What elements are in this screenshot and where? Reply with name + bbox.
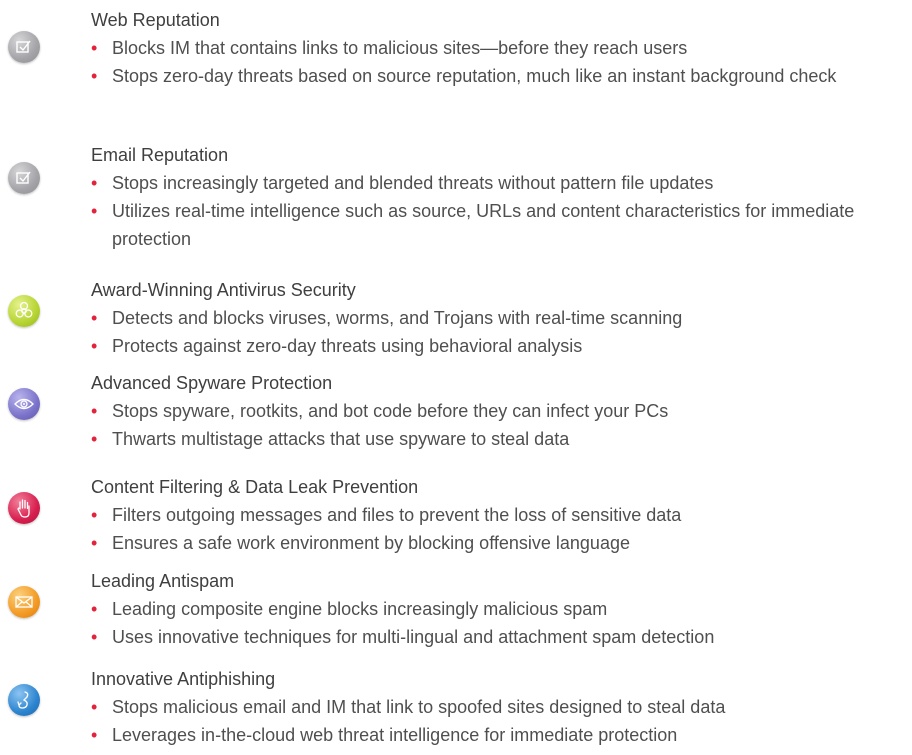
bullet-list: • Stops spyware, rootkits, and bot code b…	[91, 397, 901, 453]
bullet-dot: •	[91, 401, 98, 421]
bullet-dot: •	[91, 697, 98, 717]
bullet-item: • Stops increasingly targeted and blended…	[91, 169, 901, 197]
bullet-dot: •	[91, 599, 98, 619]
envelope-icon	[8, 586, 40, 618]
bullet-item: • Filters outgoing messages and files to …	[91, 501, 901, 529]
feature-title: Advanced Spyware Protection	[91, 373, 333, 393]
bullet-dot: •	[91, 725, 98, 745]
feature-title: Innovative Antiphishing	[91, 669, 276, 689]
bullet-item: • Leverages in-the-cloud web threat intel…	[91, 721, 901, 749]
bullet-list: • Blocks IM that contains links to malici…	[91, 34, 901, 90]
feature-title: Web Reputation	[91, 10, 220, 30]
bullet-item: • Thwarts multistage attacks that use spy…	[91, 425, 901, 453]
bullet-item: • Stops malicious email and IM that link …	[91, 693, 901, 721]
bullet-dot: •	[91, 533, 98, 553]
bullet-list: • Filters outgoing messages and files to …	[91, 501, 901, 557]
fishhook-icon	[8, 684, 40, 716]
bullet-list: • Detects and blocks viruses, worms, and …	[91, 304, 901, 360]
bullet-dot: •	[91, 336, 98, 356]
bullet-item: • Utilizes real-time intelligence such as…	[91, 197, 901, 253]
feature-title: Award-Winning Antivirus Security	[91, 280, 356, 300]
checkbox-icon	[8, 31, 40, 63]
bullet-item: • Protects against zero-day threats using…	[91, 332, 901, 360]
bullet-dot: •	[91, 201, 98, 221]
bullet-list: • Stops malicious email and IM that link …	[91, 693, 901, 749]
bullet-dot: •	[91, 627, 98, 647]
bullet-item: • Stops zero-day threats based on source …	[91, 62, 901, 90]
bullet-dot: •	[91, 429, 98, 449]
bullet-dot: •	[91, 173, 98, 193]
bullet-dot: •	[91, 66, 98, 86]
feature-title: Content Filtering & Data Leak Prevention	[91, 477, 419, 497]
feature-title: Email Reputation	[91, 145, 229, 165]
bullet-item: • Detects and blocks viruses, worms, and …	[91, 304, 901, 332]
bullet-list: • Stops increasingly targeted and blended…	[91, 169, 901, 253]
bullet-dot: •	[91, 38, 98, 58]
hand-icon	[8, 492, 40, 524]
bullet-list: • Leading composite engine blocks increas…	[91, 595, 901, 651]
bullet-item: • Stops spyware, rootkits, and bot code b…	[91, 397, 901, 425]
checkbox-icon	[8, 162, 40, 194]
feature-title: Leading Antispam	[91, 571, 235, 591]
bullet-item: • Ensures a safe work environment by bloc…	[91, 529, 901, 557]
biohazard-icon	[8, 295, 40, 327]
bullet-item: • Leading composite engine blocks increas…	[91, 595, 901, 623]
eye-icon	[8, 388, 40, 420]
bullet-item: • Uses innovative techniques for multi-li…	[91, 623, 901, 651]
bullet-dot: •	[91, 505, 98, 525]
bullet-item: • Blocks IM that contains links to malici…	[91, 34, 901, 62]
bullet-dot: •	[91, 308, 98, 328]
